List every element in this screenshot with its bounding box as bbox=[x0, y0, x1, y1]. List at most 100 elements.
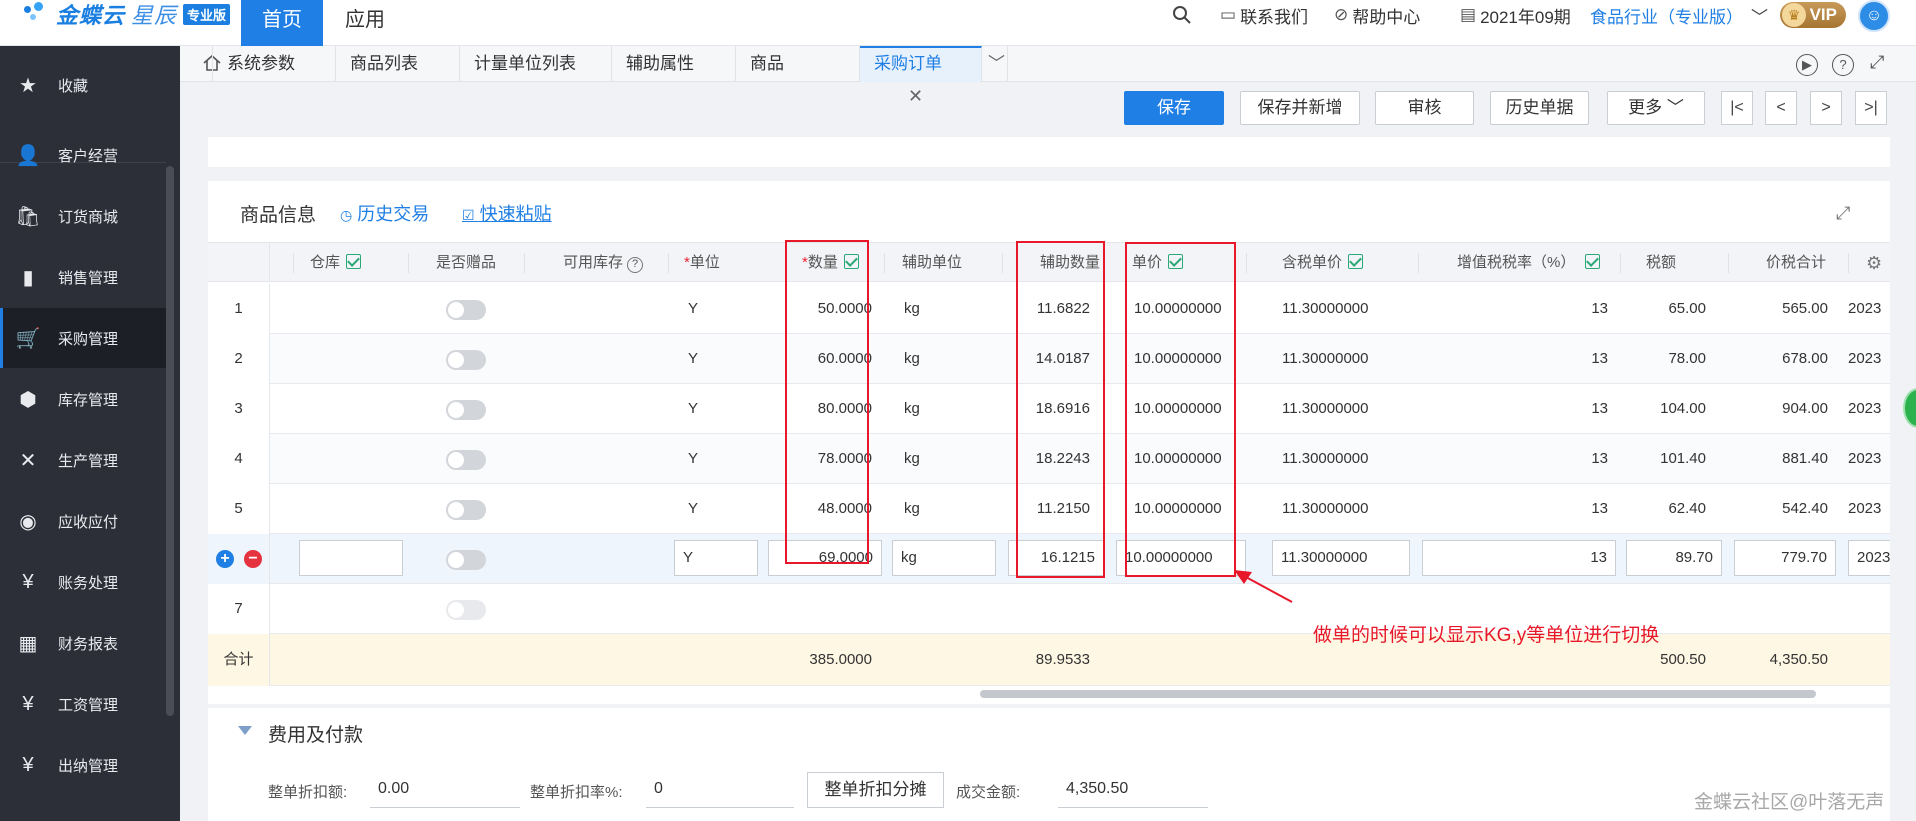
cell-tax-rate[interactable]: 13 bbox=[1528, 484, 1608, 534]
gift-toggle[interactable] bbox=[446, 400, 486, 420]
gift-toggle[interactable] bbox=[446, 500, 486, 520]
add-row-icon[interactable]: + bbox=[216, 550, 234, 568]
nav-apps[interactable]: 应用 bbox=[330, 0, 400, 46]
help-icon[interactable]: ? bbox=[1832, 54, 1854, 76]
cell-aux-unit[interactable]: kg bbox=[904, 434, 964, 484]
tab-aux-attributes[interactable]: 辅助属性 bbox=[612, 46, 736, 82]
tabs-more-chevron-icon[interactable]: ﹀ bbox=[982, 46, 1008, 82]
cell-tax-price[interactable]: 11.30000000 bbox=[1282, 384, 1412, 434]
expand-icon[interactable]: ⤢ bbox=[1836, 203, 1850, 224]
deal-amount-input[interactable]: 4,350.50 bbox=[1058, 772, 1208, 808]
cell-aux-unit[interactable]: kg bbox=[904, 334, 964, 384]
cell-total[interactable]: 565.00 bbox=[1724, 284, 1828, 334]
cell-tax-rate[interactable]: 13 bbox=[1528, 334, 1608, 384]
contact-us-link[interactable]: ▭ 联系我们 bbox=[1220, 0, 1308, 30]
audit-button[interactable]: 审核 bbox=[1375, 91, 1474, 125]
sidebar-item-8[interactable]: ◉ 应收应付 bbox=[0, 491, 166, 551]
col-gift[interactable]: 是否赠品 bbox=[436, 243, 496, 283]
col-aux-unit[interactable]: 辅助单位 bbox=[902, 243, 962, 283]
gift-toggle[interactable] bbox=[446, 550, 486, 570]
col-tax-price[interactable]: 含税单价 bbox=[1282, 243, 1364, 283]
sidebar-scrollbar[interactable] bbox=[166, 166, 174, 716]
sidebar-item-6[interactable]: ⬢ 库存管理 bbox=[0, 369, 166, 429]
cell-unit[interactable]: Y bbox=[688, 334, 728, 384]
cell-total[interactable]: 881.40 bbox=[1724, 434, 1828, 484]
sidebar-item-9[interactable]: ¥ 账务处理 bbox=[0, 552, 166, 612]
cell-unit[interactable]: Y bbox=[688, 284, 728, 334]
cell-tax[interactable]: 104.00 bbox=[1618, 384, 1706, 434]
cell-tax-price[interactable]: 11.30000000 bbox=[1282, 284, 1412, 334]
history-trade-link[interactable]: ◷ 历史交易 bbox=[340, 200, 429, 226]
cell-tax[interactable]: 65.00 bbox=[1618, 284, 1706, 334]
help-center-link[interactable]: ⊘ 帮助中心 bbox=[1334, 0, 1420, 30]
cell-aux-unit[interactable]: kg bbox=[904, 384, 964, 434]
gift-toggle[interactable] bbox=[446, 300, 486, 320]
close-icon[interactable]: ✕ bbox=[908, 86, 923, 106]
quick-paste-link[interactable]: ☑ 快速粘贴 bbox=[462, 200, 552, 226]
history-docs-button[interactable]: 历史单据 bbox=[1490, 91, 1589, 125]
fullscreen-icon[interactable]: ⤢ bbox=[1870, 52, 1884, 73]
sidebar-item-7[interactable]: ✕ 生产管理 bbox=[0, 430, 166, 490]
floating-assistant-button[interactable] bbox=[1903, 388, 1916, 428]
grid-horizontal-scrollbar[interactable] bbox=[980, 690, 1816, 698]
nav-home[interactable]: 首页 bbox=[241, 0, 323, 46]
check-icon[interactable] bbox=[346, 254, 362, 269]
sidebar-item-2[interactable]: 👤 客户经营 bbox=[0, 125, 166, 185]
date-input[interactable]: 2023 bbox=[1848, 540, 1890, 576]
industry-selector[interactable]: 食品行业（专业版） ﹀ bbox=[1590, 0, 1768, 30]
vip-badge[interactable]: ♛ VIP bbox=[1780, 2, 1846, 28]
cell-tax[interactable]: 78.00 bbox=[1618, 334, 1706, 384]
col-warehouse[interactable]: 仓库 bbox=[310, 243, 362, 283]
sidebar-item-1[interactable]: ★ 收藏 bbox=[0, 55, 166, 115]
check-icon[interactable] bbox=[1348, 254, 1364, 269]
next-record-button[interactable]: > bbox=[1810, 91, 1842, 125]
col-stock[interactable]: 可用库存? bbox=[563, 243, 644, 283]
tab-product-list[interactable]: 商品列表 bbox=[336, 46, 460, 82]
period-selector[interactable]: ▤ 2021年09期 bbox=[1460, 0, 1571, 30]
cell-unit[interactable]: Y bbox=[688, 484, 728, 534]
cell-unit[interactable]: Y bbox=[688, 434, 728, 484]
col-unit[interactable]: *单位 bbox=[684, 243, 720, 283]
total-input[interactable]: 779.70 bbox=[1734, 540, 1836, 576]
aux-unit-input[interactable]: kg bbox=[892, 540, 996, 576]
cell-aux-unit[interactable]: kg bbox=[904, 484, 964, 534]
last-record-button[interactable]: >| bbox=[1855, 91, 1887, 125]
save-and-new-button[interactable]: 保存并新增 bbox=[1240, 91, 1360, 125]
cell-tax-rate[interactable]: 13 bbox=[1528, 434, 1608, 484]
tax-input[interactable]: 89.70 bbox=[1626, 540, 1722, 576]
cell-tax[interactable]: 101.40 bbox=[1618, 434, 1706, 484]
more-button[interactable]: 更多 ﹀ bbox=[1607, 91, 1705, 125]
col-tax[interactable]: 税额 bbox=[1646, 243, 1676, 283]
collapse-triangle-icon[interactable] bbox=[238, 726, 252, 735]
cell-date[interactable]: 2023 bbox=[1848, 384, 1890, 434]
gift-toggle[interactable] bbox=[446, 600, 486, 620]
question-icon[interactable]: ? bbox=[627, 257, 644, 273]
cell-total[interactable]: 904.00 bbox=[1724, 384, 1828, 434]
gear-icon[interactable]: ⚙ bbox=[1866, 253, 1882, 274]
cell-tax[interactable]: 62.40 bbox=[1618, 484, 1706, 534]
tab-product[interactable]: 商品 bbox=[736, 46, 860, 82]
cell-date[interactable]: 2023 bbox=[1848, 434, 1890, 484]
allocate-discount-button[interactable]: 整单折扣分摊 bbox=[807, 772, 944, 808]
cell-total[interactable]: 678.00 bbox=[1724, 334, 1828, 384]
unit-input[interactable]: Y bbox=[674, 540, 758, 576]
cell-tax-price[interactable]: 11.30000000 bbox=[1282, 484, 1412, 534]
sidebar-item-11[interactable]: ¥ 工资管理 bbox=[0, 674, 166, 734]
cell-tax-price[interactable]: 11.30000000 bbox=[1282, 434, 1412, 484]
cell-unit[interactable]: Y bbox=[688, 384, 728, 434]
tax-rate-input[interactable]: 13 bbox=[1422, 540, 1616, 576]
save-button[interactable]: 保存 bbox=[1124, 91, 1224, 125]
col-tax-rate[interactable]: 增值税税率（%） bbox=[1457, 243, 1601, 283]
check-icon[interactable] bbox=[1585, 254, 1601, 269]
remove-row-icon[interactable]: − bbox=[244, 550, 262, 568]
search-button[interactable] bbox=[1172, 0, 1192, 30]
cell-date[interactable]: 2023 bbox=[1848, 284, 1890, 334]
play-icon[interactable]: ▶ bbox=[1796, 54, 1818, 76]
avatar[interactable]: ☺ bbox=[1858, 0, 1890, 32]
sidebar-item-3[interactable]: 🛍 订货商城 bbox=[0, 186, 166, 246]
discount-amount-input[interactable]: 0.00 bbox=[370, 772, 520, 808]
cell-date[interactable]: 2023 bbox=[1848, 334, 1890, 384]
cell-total[interactable]: 542.40 bbox=[1724, 484, 1828, 534]
cell-tax-price[interactable]: 11.30000000 bbox=[1282, 334, 1412, 384]
sidebar-item-5[interactable]: 🛒 采购管理 bbox=[0, 308, 166, 368]
